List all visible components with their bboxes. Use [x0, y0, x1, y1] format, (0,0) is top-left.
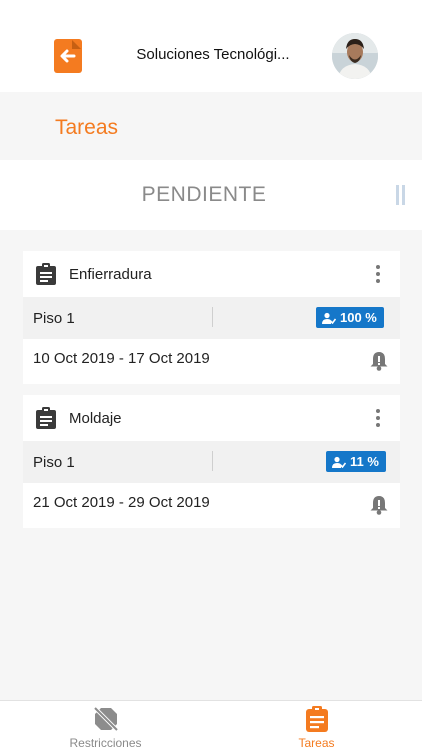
task-card[interactable]: Moldaje Piso 1 11 % 21 Oct 2019 - 29 Oct… [23, 395, 400, 528]
tab-label: Tareas [298, 736, 335, 750]
clipboard-icon [306, 706, 328, 732]
person-check-icon [322, 312, 336, 324]
task-dates-row: 21 Oct 2019 - 29 Oct 2019 [23, 483, 400, 528]
more-options-icon[interactable] [371, 263, 385, 285]
progress-badge: 100 % [316, 307, 384, 328]
alert-bell-icon[interactable] [370, 495, 388, 515]
progress-value: 11 % [350, 454, 379, 469]
clipboard-icon [36, 407, 56, 429]
avatar-photo-icon [332, 33, 378, 79]
status-title[interactable]: PENDIENTE [0, 183, 408, 207]
bottom-tab-bar: Restricciones Tareas [0, 700, 422, 750]
task-name: Moldaje [69, 410, 122, 427]
task-card-header: Enfierradura [23, 251, 400, 297]
task-floor-row: Piso 1 100 % [23, 297, 400, 339]
person-check-icon [332, 456, 346, 468]
back-button[interactable] [54, 39, 82, 73]
task-dates-row: 10 Oct 2019 - 17 Oct 2019 [23, 339, 400, 384]
task-card-header: Moldaje [23, 395, 400, 441]
task-name: Enfierradura [69, 266, 152, 283]
task-card[interactable]: Enfierradura Piso 1 100 % 10 Oct 2019 - … [23, 251, 400, 384]
app-header: Soluciones Tecnológi... [0, 0, 422, 92]
floor-name: Piso 1 [33, 310, 75, 327]
more-options-icon[interactable] [371, 407, 385, 429]
divider [212, 451, 213, 471]
restriction-octagon-icon [93, 706, 119, 732]
tab-label: Restricciones [69, 736, 142, 750]
tab-tareas[interactable]: Tareas [211, 701, 422, 750]
clipboard-icon [36, 263, 56, 285]
user-avatar[interactable] [332, 33, 378, 79]
exit-back-icon [60, 40, 81, 63]
divider [212, 307, 213, 327]
drag-handle-icon[interactable] [396, 185, 406, 205]
section-title: Tareas [55, 116, 119, 139]
progress-value: 100 % [340, 310, 377, 325]
tab-restricciones[interactable]: Restricciones [0, 701, 211, 750]
company-name: Soluciones Tecnológi... [136, 46, 290, 63]
floor-name: Piso 1 [33, 454, 75, 471]
alert-bell-icon[interactable] [370, 351, 388, 371]
date-range: 21 Oct 2019 - 29 Oct 2019 [33, 494, 210, 511]
date-range: 10 Oct 2019 - 17 Oct 2019 [33, 350, 210, 367]
progress-badge: 11 % [326, 451, 386, 472]
task-floor-row: Piso 1 11 % [23, 441, 400, 483]
